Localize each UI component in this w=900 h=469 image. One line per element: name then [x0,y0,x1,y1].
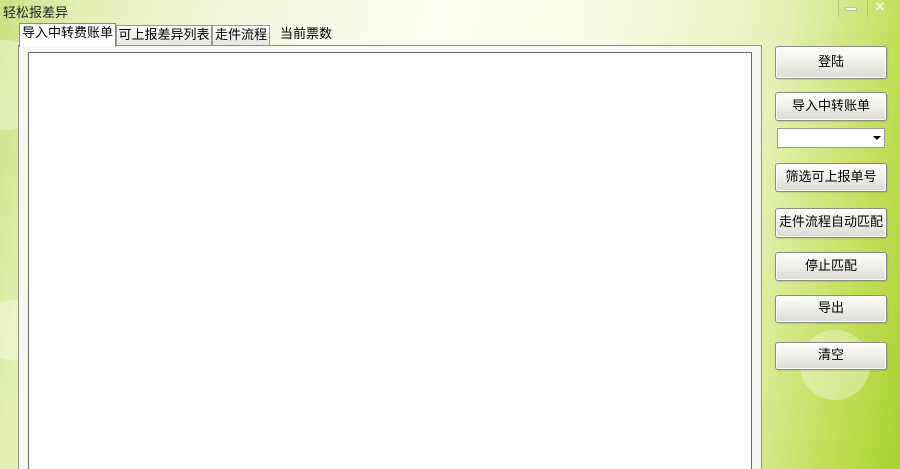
export-button[interactable]: 导出 [775,295,887,323]
bill-content-area[interactable] [28,52,752,469]
dropdown-arrow-icon [873,136,881,140]
tab-label: 导入中转费账单 [21,26,113,41]
import-bill-button[interactable]: 导入中转账单 [775,92,887,121]
tab-label: 当前票数 [279,27,332,42]
clear-button[interactable]: 清空 [775,342,887,370]
tab-reportable-diff-list[interactable]: 可上报差异列表 [116,25,212,45]
close-button[interactable]: ✕ [867,0,892,17]
window-title: 轻松报差异 [3,6,69,21]
close-icon: ✕ [874,0,886,15]
tab-tracking-flow[interactable]: 走件流程 [212,25,270,45]
login-button[interactable]: 登陆 [775,46,887,79]
auto-match-flow-button[interactable]: 走件流程自动匹配 [775,208,887,238]
bill-select-dropdown[interactable] [777,128,885,148]
filter-reportable-numbers-button[interactable]: 筛选可上报单号 [775,163,887,192]
tab-label: 可上报差异列表 [118,28,210,43]
title-bar[interactable]: 轻松报差异 ✕ [0,0,900,21]
tab-import-bill[interactable]: 导入中转费账单 [19,23,116,47]
stop-match-button[interactable]: 停止匹配 [775,252,887,281]
tab-label: 走件流程 [214,28,267,43]
minimize-icon [845,6,857,11]
tab-current-ticket-count[interactable]: 当前票数 [276,25,336,45]
minimize-button[interactable] [838,0,863,17]
